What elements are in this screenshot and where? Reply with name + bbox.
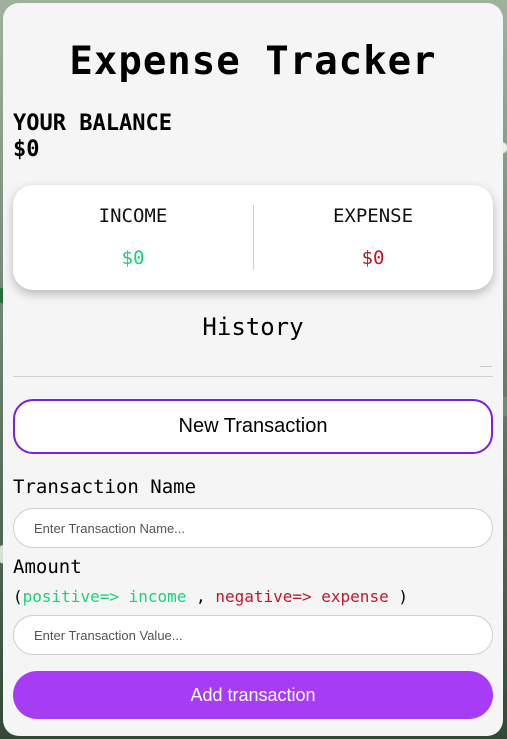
history-divider: [13, 376, 493, 377]
hint-close: ): [388, 587, 408, 606]
balance-label: YOUR BALANCE: [13, 111, 172, 136]
history-list-placeholder: [480, 366, 492, 367]
transaction-name-input[interactable]: [13, 508, 493, 548]
expense-label: EXPENSE: [332, 205, 414, 227]
income-column: INCOME $0: [13, 185, 253, 290]
income-label: INCOME: [98, 205, 168, 227]
hint-positive: positive=> income: [22, 587, 187, 606]
transaction-amount-input[interactable]: [13, 615, 493, 655]
hint-open: (: [13, 587, 23, 606]
add-transaction-button[interactable]: Add transaction: [13, 671, 493, 719]
expense-column: EXPENSE $0: [253, 185, 493, 290]
hint-separator: ,: [186, 587, 216, 606]
income-expense-summary: INCOME $0 EXPENSE $0: [13, 185, 493, 290]
transaction-name-label: Transaction Name: [13, 476, 197, 498]
expense-tracker-card: Expense Tracker YOUR BALANCE $0 INCOME $…: [3, 3, 503, 736]
amount-label: Amount: [13, 556, 82, 578]
hint-negative: negative=> expense: [215, 587, 389, 606]
expense-value: $0: [361, 247, 385, 269]
new-transaction-button[interactable]: New Transaction: [13, 399, 493, 454]
app-title: Expense Tracker: [69, 39, 437, 84]
amount-hint: (positive=> income , negative=> expense …: [13, 587, 408, 606]
income-value: $0: [121, 247, 145, 269]
history-heading: History: [202, 313, 304, 341]
balance-value: $0: [13, 137, 40, 162]
